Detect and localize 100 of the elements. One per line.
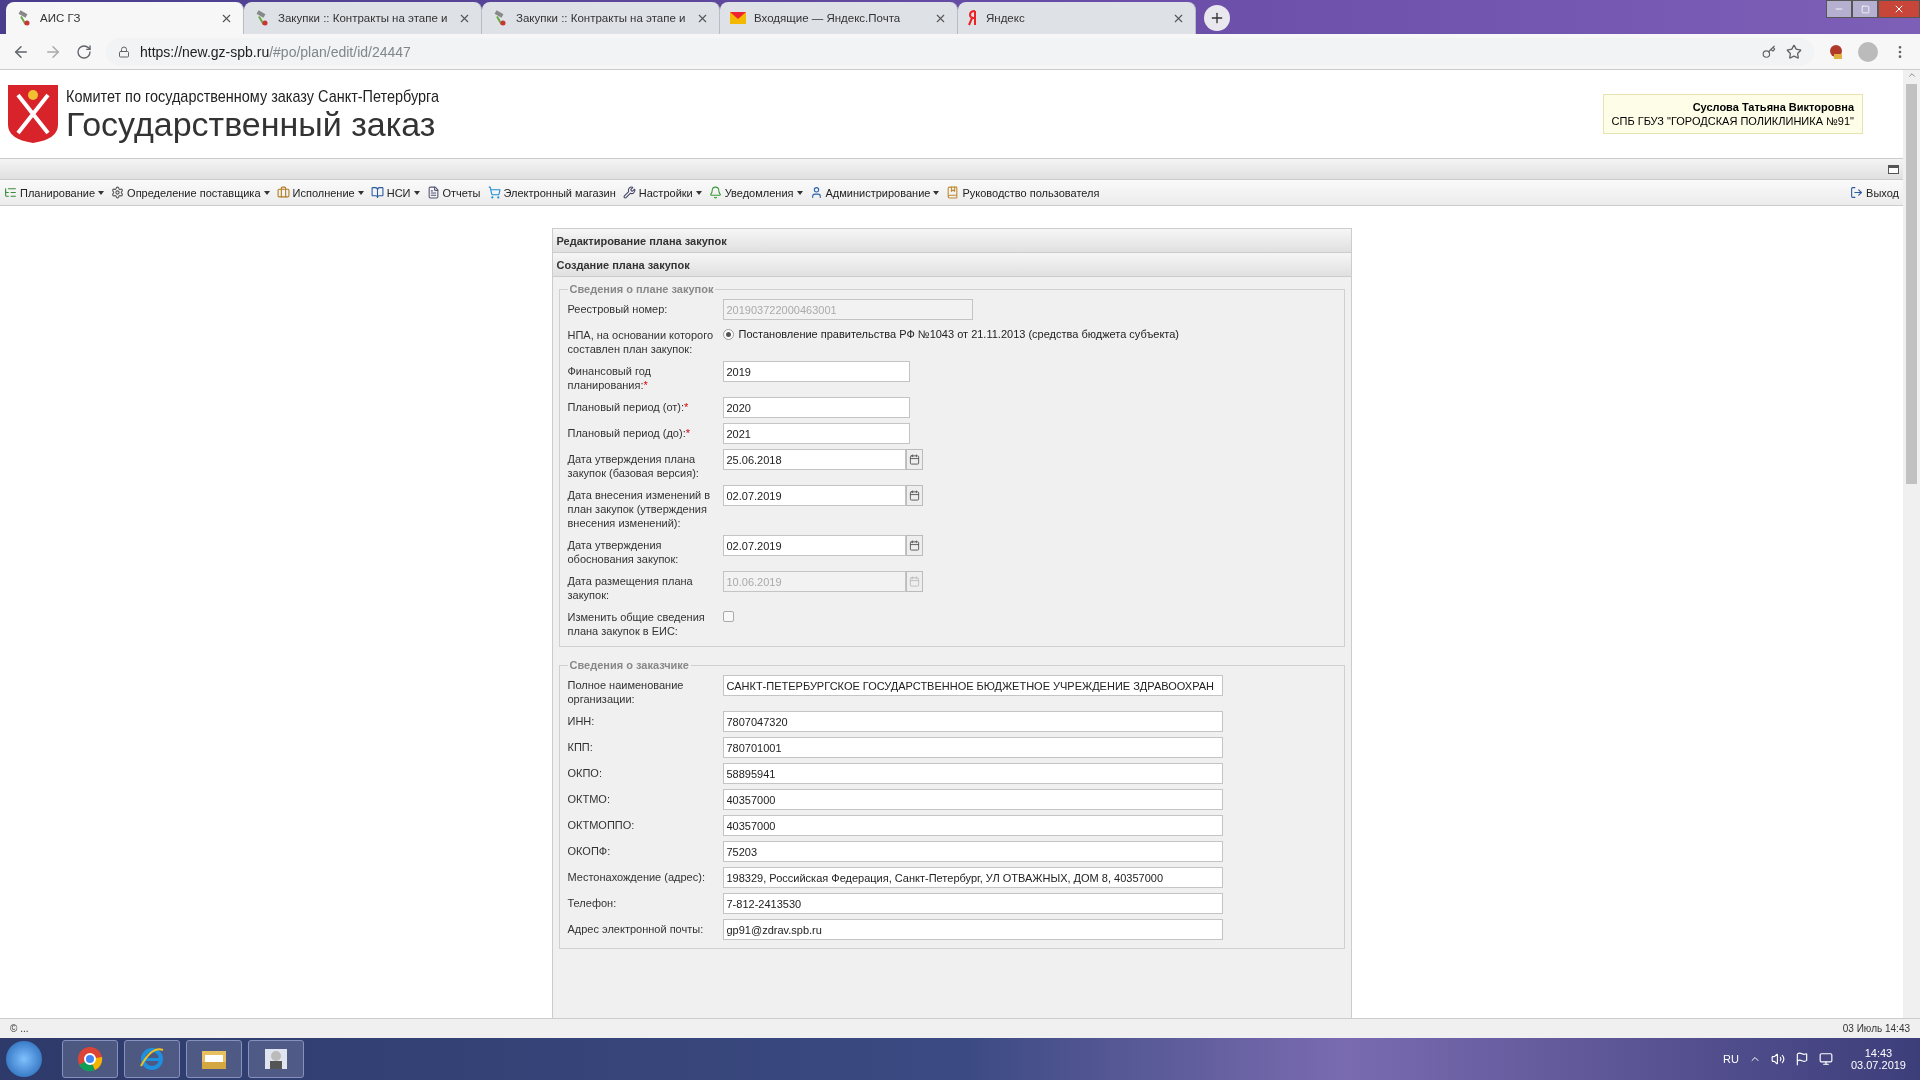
browser-tab[interactable]: Яндекс — [958, 2, 1196, 34]
date-field[interactable]: 25.06.2018 — [722, 449, 906, 470]
browser-tab[interactable]: Закупки :: Контракты на этапе и — [244, 2, 482, 34]
menu-item[interactable]: Настройки — [622, 186, 702, 199]
text-field[interactable]: gp91@zdrav.spb.ru — [722, 919, 1223, 940]
gear-icon — [111, 186, 125, 199]
taskbar-app[interactable] — [62, 1040, 118, 1078]
taskbar-app[interactable] — [248, 1040, 304, 1078]
list-tree-icon — [4, 186, 17, 199]
globe-e-icon — [139, 1046, 165, 1072]
folder-icon — [201, 1048, 227, 1070]
caret-icon — [695, 190, 702, 195]
figure-icon — [263, 1046, 289, 1072]
maximize-icon — [1860, 4, 1870, 14]
radio-button[interactable] — [722, 328, 734, 340]
lock-icon — [118, 45, 130, 58]
menu-item[interactable]: Уведомления — [708, 186, 803, 199]
menu-item[interactable]: НСИ — [370, 186, 420, 199]
caret-icon — [413, 190, 420, 195]
caret-icon — [263, 190, 270, 195]
gavel-icon — [254, 10, 270, 26]
start-button[interactable] — [6, 1041, 42, 1077]
field-label: НПА, на основании которого составлен план закупок: — [567, 328, 715, 356]
taskbar-app[interactable] — [186, 1040, 242, 1078]
briefcase-icon — [276, 186, 290, 199]
menu-item[interactable]: Исполнение — [276, 186, 364, 199]
panel-subtitle: Создание плана закупок — [552, 253, 1351, 277]
text-field[interactable]: 2019 — [722, 361, 910, 382]
text-field[interactable]: 7-812-2413530 — [722, 893, 1223, 914]
menu-item[interactable]: Электронный магазин — [487, 186, 616, 199]
plus-icon — [1209, 10, 1225, 26]
menu-item[interactable]: Отчеты — [426, 186, 481, 199]
browser-logo-icon — [77, 1046, 103, 1072]
text-field[interactable]: 58895941 — [722, 763, 1223, 784]
star-icon[interactable] — [1786, 43, 1802, 60]
window-icon[interactable] — [1888, 164, 1899, 174]
text-field[interactable]: 780701001 — [722, 737, 1223, 758]
person-icon — [809, 186, 823, 199]
caret-icon — [796, 190, 803, 195]
scroll-thumb[interactable] — [1906, 84, 1917, 484]
extension-icon[interactable] — [1828, 43, 1844, 60]
date-field[interactable]: 02.07.2019 — [722, 535, 906, 556]
calendar-icon — [908, 576, 920, 587]
user-name: Суслова Татьяна Викторовна — [1691, 101, 1854, 113]
field-label: ОКТМО: — [567, 792, 611, 806]
caret-icon — [933, 190, 940, 195]
minimize-button[interactable] — [1826, 0, 1852, 18]
field-label: Плановый период (от):* — [567, 400, 690, 414]
maximize-button[interactable] — [1852, 0, 1878, 18]
site-title: Государственный заказ — [66, 107, 437, 141]
field-label: ОКОПФ: — [567, 844, 612, 858]
text-field[interactable]: 40357000 — [722, 789, 1223, 810]
text-field[interactable]: 7807047320 — [722, 711, 1223, 732]
document-icon — [426, 186, 440, 199]
text-field[interactable]: 2021 — [722, 423, 910, 444]
menu-item[interactable]: Администрирование — [809, 186, 940, 199]
speaker-icon[interactable] — [1770, 1052, 1785, 1066]
new-tab-button[interactable] — [1204, 5, 1230, 31]
calendar-icon — [908, 490, 920, 501]
field-label: Местонахождение (адрес): — [567, 870, 706, 884]
menu-item[interactable]: Определение поставщика — [111, 186, 270, 199]
radio-label: Постановление правительства РФ №1043 от 21.11.2013 (средства бюджета субъекта) — [738, 328, 1180, 340]
gavel-icon — [492, 10, 508, 26]
text-field[interactable]: 198329, Российская Федерация, Санкт-Петербург, УЛ ОТВАЖНЫХ, ДОМ 8, 40357000 — [722, 867, 1223, 888]
text-field[interactable]: САНКТ-ПЕТЕРБУРГСКОЕ ГОСУДАРСТВЕННОЕ БЮДЖЕТНОЕ УЧРЕЖДЕНИЕ ЗДРАВООХРАН — [722, 675, 1223, 696]
browser-tab[interactable]: Закупки :: Контракты на этапе и — [482, 2, 720, 34]
exit-link[interactable]: Выход — [1850, 186, 1899, 199]
network-icon[interactable] — [1818, 1052, 1833, 1066]
scrollbar[interactable] — [1903, 70, 1920, 1018]
close-icon — [1893, 3, 1905, 15]
field-label: Дата внесения изменений в план закупок (утверждения внесения изменений): — [567, 488, 712, 530]
field-label: ИНН: — [567, 714, 596, 728]
field-label: Реестровый номер: — [567, 302, 669, 316]
field-label: Плановый период (до):* — [567, 426, 691, 440]
taskbar-app[interactable] — [124, 1040, 180, 1078]
checkbox[interactable] — [722, 611, 734, 622]
date-field[interactable]: 02.07.2019 — [722, 485, 906, 506]
text-field[interactable]: 2020 — [722, 397, 910, 418]
reload-button[interactable] — [76, 43, 92, 60]
menu-item[interactable]: Планирование — [4, 186, 105, 199]
field-label: ОКПО: — [567, 766, 603, 780]
menu-item[interactable]: Руководство пользователя — [946, 186, 1100, 199]
clock[interactable]: 14:43 03.07.2019 — [1842, 1047, 1914, 1071]
address-bar[interactable]: https://new.gz-spb.ru/#po/plan/edit/id/24447 — [106, 37, 1814, 66]
calendar-icon — [908, 454, 920, 465]
browser-tab[interactable]: АИС ГЗ — [6, 2, 244, 34]
text-field[interactable]: 75203 — [722, 841, 1223, 862]
field-label: КПП: — [567, 740, 594, 754]
caret-icon — [98, 190, 105, 195]
flag-icon[interactable] — [1794, 1052, 1809, 1066]
browser-tab[interactable]: Входящие — Яндекс.Почта — [720, 2, 958, 34]
key-icon[interactable] — [1762, 44, 1776, 59]
status-date-time: 03 Июль 14:43 — [1842, 1023, 1910, 1034]
field-label: ОКТМОППО: — [567, 818, 636, 832]
exit-icon — [1850, 186, 1864, 199]
text-field[interactable]: 40357000 — [722, 815, 1223, 836]
book-icon — [370, 186, 384, 199]
language-indicator[interactable]: RU — [1723, 1053, 1739, 1065]
caret-icon — [357, 190, 364, 195]
field-label: Полное наименование организации: — [567, 678, 685, 706]
